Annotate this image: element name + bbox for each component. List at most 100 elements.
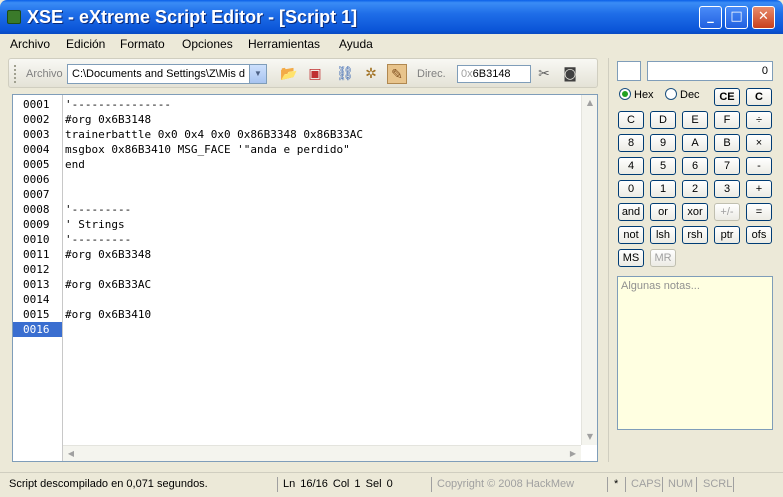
calc-button-b[interactable]: B bbox=[714, 134, 740, 152]
code-line[interactable]: #org 0x6B3148 bbox=[63, 112, 581, 127]
link-icon[interactable]: ⛓ bbox=[335, 64, 355, 84]
minimize-button[interactable]: _ bbox=[699, 6, 722, 29]
line-number[interactable]: 0012 bbox=[13, 262, 62, 277]
vertical-scrollbar[interactable]: ▲ ▼ bbox=[581, 95, 597, 445]
scroll-right-icon[interactable]: ▶ bbox=[565, 446, 581, 462]
calc-button-ofs[interactable]: ofs bbox=[746, 226, 772, 244]
cut-icon[interactable]: ✂ bbox=[534, 64, 554, 84]
line-number[interactable]: 0007 bbox=[13, 187, 62, 202]
open-icon[interactable]: 📂 bbox=[279, 64, 299, 84]
menu-herramientas[interactable]: Herramientas bbox=[248, 37, 320, 51]
calc-button-a[interactable]: A bbox=[682, 134, 708, 152]
calc-button-plusslashminus[interactable]: +/- bbox=[714, 203, 740, 221]
code-line[interactable] bbox=[63, 262, 581, 277]
calc-button-7[interactable]: 7 bbox=[714, 157, 740, 175]
code-line[interactable] bbox=[63, 292, 581, 307]
notes-textarea[interactable]: Algunas notas... bbox=[617, 276, 773, 430]
calc-button-c[interactable]: C bbox=[746, 88, 772, 106]
line-number[interactable]: 0014 bbox=[13, 292, 62, 307]
code-line[interactable]: '--------------- bbox=[63, 97, 581, 112]
line-number[interactable]: 0008 bbox=[13, 202, 62, 217]
calc-button-and[interactable]: and bbox=[618, 203, 644, 221]
script-icon[interactable]: ✎ bbox=[387, 64, 407, 84]
code-line[interactable]: #org 0x6B33AC bbox=[63, 277, 581, 292]
line-number[interactable]: 0006 bbox=[13, 172, 62, 187]
calc-button-2[interactable]: 2 bbox=[682, 180, 708, 198]
calc-button-lsh[interactable]: lsh bbox=[650, 226, 676, 244]
code-line[interactable] bbox=[63, 172, 581, 187]
toolbar-grip[interactable] bbox=[14, 65, 17, 83]
code-line[interactable]: msgbox 0x86B3410 MSG_FACE '"anda e perdi… bbox=[63, 142, 581, 157]
calc-button-plus[interactable]: + bbox=[746, 180, 772, 198]
dec-radio-dot[interactable] bbox=[665, 88, 677, 100]
code-area[interactable]: '--------------- #org 0x6B3148 trainerbatt… bbox=[63, 95, 581, 445]
line-number[interactable]: 0002 bbox=[13, 112, 62, 127]
calc-button-5[interactable]: 5 bbox=[650, 157, 676, 175]
chevron-down-icon[interactable]: ▼ bbox=[249, 65, 266, 83]
menu-formato[interactable]: Formato bbox=[120, 37, 165, 51]
maximize-button[interactable]: □ bbox=[725, 6, 748, 29]
script-editor[interactable]: 0001 0002 0003 0004 0005 0006 0007 0008 0009 0010… bbox=[12, 94, 598, 462]
hex-radio[interactable]: Hex bbox=[619, 88, 654, 101]
calc-button-d[interactable]: D bbox=[650, 111, 676, 129]
line-number[interactable]: 0005 bbox=[13, 157, 62, 172]
calc-button-not[interactable]: not bbox=[618, 226, 644, 244]
close-button[interactable]: ✕ bbox=[752, 6, 775, 29]
code-line[interactable]: '--------- bbox=[63, 202, 581, 217]
calc-button-e[interactable]: E bbox=[682, 111, 708, 129]
code-line[interactable] bbox=[63, 187, 581, 202]
line-number[interactable]: 0015 bbox=[13, 307, 62, 322]
address-input[interactable]: 0x6B3148 bbox=[457, 65, 531, 83]
code-line[interactable]: end bbox=[63, 157, 581, 172]
menu-archivo[interactable]: Archivo bbox=[10, 37, 50, 51]
calc-button-9[interactable]: 9 bbox=[650, 134, 676, 152]
line-number[interactable]: 0004 bbox=[13, 142, 62, 157]
code-line[interactable]: '--------- bbox=[63, 232, 581, 247]
calc-button-mul[interactable]: × bbox=[746, 134, 772, 152]
calc-button-f[interactable]: F bbox=[714, 111, 740, 129]
dec-radio[interactable]: Dec bbox=[665, 88, 700, 101]
line-number[interactable]: 0001 bbox=[13, 97, 62, 112]
calculator-display[interactable]: 0 bbox=[647, 61, 773, 81]
calc-button-4[interactable]: 4 bbox=[618, 157, 644, 175]
calc-button-equals[interactable]: = bbox=[746, 203, 772, 221]
menu-edicion[interactable]: Edición bbox=[66, 37, 105, 51]
calc-button-1[interactable]: 1 bbox=[650, 180, 676, 198]
line-number[interactable]: 0003 bbox=[13, 127, 62, 142]
hex-radio-dot[interactable] bbox=[619, 88, 631, 100]
calc-button-0[interactable]: 0 bbox=[618, 180, 644, 198]
line-number[interactable]: 0009 bbox=[13, 217, 62, 232]
calc-button-c[interactable]: C bbox=[618, 111, 644, 129]
calc-button-or[interactable]: or bbox=[650, 203, 676, 221]
calc-button-xor[interactable]: xor bbox=[682, 203, 708, 221]
code-line[interactable]: trainerbattle 0x0 0x4 0x0 0x86B3348 0x86… bbox=[63, 127, 581, 142]
app-icon[interactable] bbox=[7, 10, 21, 24]
horizontal-scrollbar[interactable]: ◀ ▶ bbox=[63, 445, 581, 461]
calc-button-6[interactable]: 6 bbox=[682, 157, 708, 175]
calc-button-minus[interactable]: - bbox=[746, 157, 772, 175]
scroll-down-icon[interactable]: ▼ bbox=[582, 429, 598, 445]
line-number[interactable]: 0011 bbox=[13, 247, 62, 262]
title-bar[interactable]: XSE - eXtreme Script Editor - [Script 1]… bbox=[0, 0, 783, 34]
calc-button-div[interactable]: ÷ bbox=[746, 111, 772, 129]
stop-icon[interactable]: ◙ bbox=[560, 64, 580, 84]
line-number[interactable]: 0010 bbox=[13, 232, 62, 247]
code-line[interactable]: #org 0x6B3410 bbox=[63, 307, 581, 322]
calc-button-ce[interactable]: CE bbox=[714, 88, 740, 106]
calc-button-ptr[interactable]: ptr bbox=[714, 226, 740, 244]
compile-icon[interactable]: ✲ bbox=[361, 64, 381, 84]
code-line[interactable] bbox=[63, 322, 581, 337]
save-icon[interactable]: ▣ bbox=[305, 64, 325, 84]
menu-ayuda[interactable]: Ayuda bbox=[339, 37, 373, 51]
line-number[interactable]: 0016 bbox=[13, 322, 62, 337]
menu-opciones[interactable]: Opciones bbox=[182, 37, 233, 51]
scroll-left-icon[interactable]: ◀ bbox=[63, 446, 79, 462]
calc-button-rsh[interactable]: rsh bbox=[682, 226, 708, 244]
calc-button-3[interactable]: 3 bbox=[714, 180, 740, 198]
file-path-combo[interactable]: C:\Documents and Settings\Z\Mis d ▼ bbox=[67, 64, 267, 84]
code-line[interactable]: ' Strings bbox=[63, 217, 581, 232]
calc-button-mr[interactable]: MR bbox=[650, 249, 676, 267]
scroll-up-icon[interactable]: ▲ bbox=[582, 95, 598, 111]
calc-button-ms[interactable]: MS bbox=[618, 249, 644, 267]
line-number[interactable]: 0013 bbox=[13, 277, 62, 292]
